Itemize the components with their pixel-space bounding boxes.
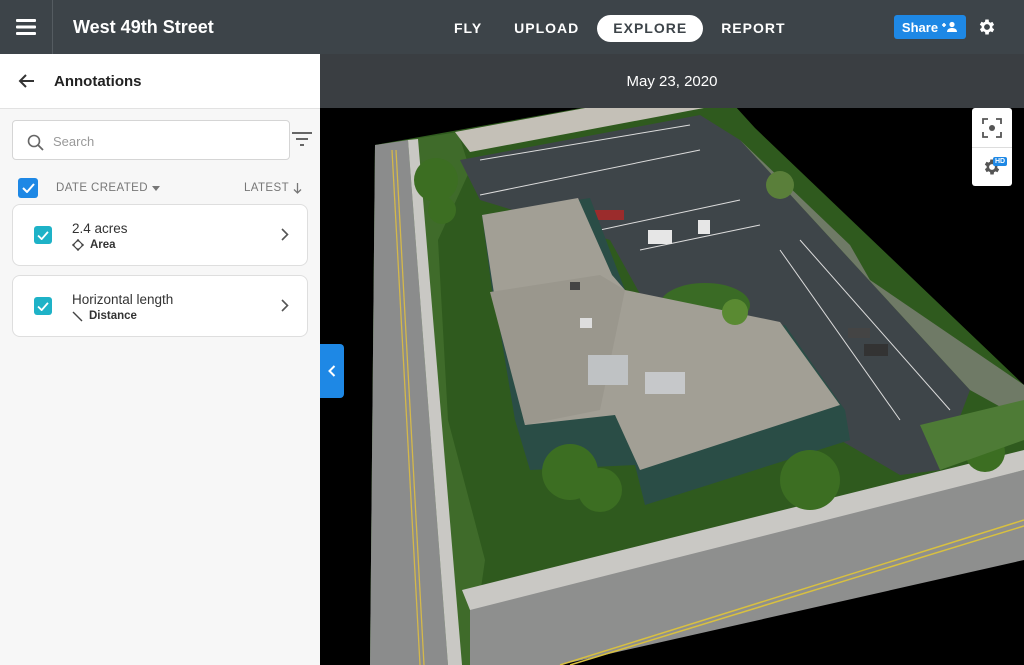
back-arrow-icon — [18, 74, 34, 88]
main-nav: FLY UPLOAD EXPLORE REPORT — [440, 15, 804, 42]
focus-icon — [982, 117, 1002, 138]
annotation-card-area[interactable]: 2.4 acres Area — [12, 204, 308, 266]
search-box — [12, 120, 290, 160]
map-viewer[interactable]: May 23, 2020 — [320, 54, 1024, 665]
sidebar-header: Annotations — [0, 54, 320, 109]
sort-by-dropdown[interactable]: DATE CREATED — [56, 182, 160, 194]
sort-by-label: DATE CREATED — [56, 182, 148, 194]
select-all-checkbox[interactable] — [18, 178, 38, 198]
distance-icon — [72, 311, 83, 321]
chevron-left-icon — [328, 365, 336, 377]
chevron-right-icon — [281, 228, 289, 241]
check-icon — [21, 183, 35, 193]
viewer-toolbar: HD — [972, 108, 1012, 186]
search-input[interactable] — [53, 131, 273, 151]
sort-order-label: LATEST — [244, 182, 290, 194]
add-person-icon — [942, 21, 958, 32]
annotation-type-label: Area — [90, 239, 116, 251]
viewer-settings-button[interactable]: HD — [972, 147, 1012, 186]
annotation-type: Distance — [72, 310, 137, 322]
sidebar-title: Annotations — [54, 73, 142, 90]
annotation-type: Area — [72, 239, 116, 251]
menu-icon — [16, 19, 36, 35]
search-icon — [27, 134, 44, 151]
arrow-down-icon — [293, 182, 302, 194]
filter-icon — [292, 132, 312, 146]
back-button[interactable] — [18, 72, 36, 95]
sort-order-toggle[interactable]: LATEST — [244, 182, 302, 194]
capture-date: May 23, 2020 — [320, 54, 1024, 108]
nav-upload[interactable]: UPLOAD — [500, 15, 593, 42]
aerial-3d-model[interactable] — [320, 54, 1024, 665]
check-icon — [37, 230, 49, 240]
nav-explore[interactable]: EXPLORE — [597, 15, 704, 42]
settings-button[interactable] — [977, 17, 997, 42]
top-bar: West 49th Street FLY UPLOAD EXPLORE REPO… — [0, 0, 1024, 54]
annotation-name: 2.4 acres — [72, 221, 128, 236]
annotation-checkbox[interactable] — [34, 226, 52, 244]
caret-down-icon — [151, 185, 160, 191]
annotation-card-distance[interactable]: Horizontal length Distance — [12, 275, 308, 337]
menu-button[interactable] — [0, 0, 53, 54]
annotation-checkbox[interactable] — [34, 297, 52, 315]
hd-badge: HD — [993, 157, 1008, 166]
area-icon — [72, 239, 84, 251]
recenter-button[interactable] — [972, 108, 1012, 147]
nav-report[interactable]: REPORT — [707, 15, 799, 42]
check-icon — [37, 301, 49, 311]
annotations-sidebar: Annotations DATE CREATED LATEST 2.4 acre… — [0, 54, 320, 665]
share-button[interactable]: Share — [894, 15, 966, 39]
annotation-type-label: Distance — [89, 310, 137, 322]
share-label: Share — [901, 19, 939, 35]
settings-gear-icon — [979, 19, 995, 35]
collapse-sidebar-button[interactable] — [320, 344, 344, 398]
chevron-right-icon — [281, 299, 289, 312]
nav-fly[interactable]: FLY — [440, 15, 496, 42]
project-title: West 49th Street — [73, 17, 214, 37]
annotation-name: Horizontal length — [72, 292, 174, 307]
filter-button[interactable] — [292, 132, 312, 151]
